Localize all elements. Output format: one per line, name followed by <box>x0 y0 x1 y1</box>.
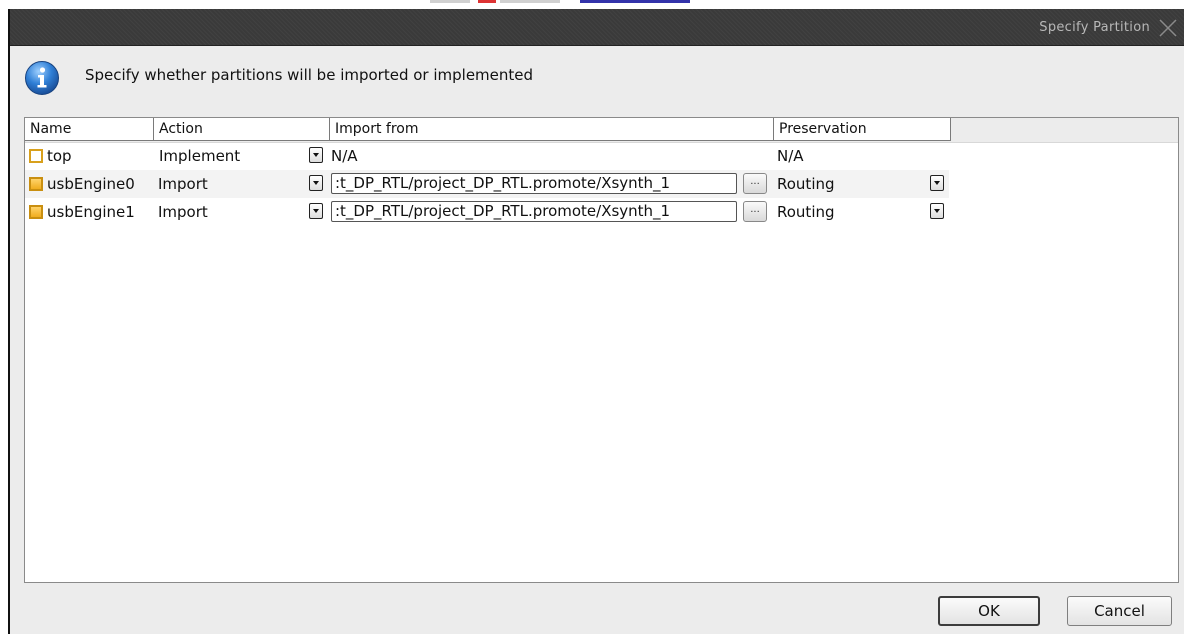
column-header-import-from[interactable]: Import from <box>330 118 774 141</box>
cancel-button[interactable]: Cancel <box>1067 596 1172 626</box>
browse-button[interactable]: ... <box>743 201 767 222</box>
row-action[interactable]: Import <box>158 198 308 226</box>
row-name: usbEngine0 <box>47 175 135 193</box>
info-icon <box>25 61 59 95</box>
chevron-down-icon[interactable] <box>309 147 323 163</box>
import-path-field[interactable]: :t_DP_RTL/project_DP_RTL.promote/Xsynth_… <box>331 201 737 222</box>
table-header: Name Action Import from Preservation <box>25 118 1178 143</box>
row-preservation[interactable]: Routing <box>777 170 917 198</box>
chevron-down-icon[interactable] <box>930 175 944 191</box>
chevron-down-icon[interactable] <box>930 203 944 219</box>
row-preservation: N/A <box>777 147 804 165</box>
window-title: Specify Partition <box>1039 20 1150 35</box>
column-header-preservation[interactable]: Preservation <box>774 118 951 141</box>
import-path-field[interactable]: :t_DP_RTL/project_DP_RTL.promote/Xsynth_… <box>331 173 737 194</box>
chevron-down-icon[interactable] <box>309 175 323 191</box>
column-header-action[interactable]: Action <box>154 118 330 141</box>
table-row[interactable]: top Implement N/A N/A <box>25 142 949 170</box>
partition-icon <box>29 177 43 191</box>
row-action[interactable]: Import <box>158 170 308 198</box>
close-icon[interactable] <box>1158 18 1178 38</box>
column-header-name[interactable]: Name <box>25 118 154 141</box>
partition-icon <box>29 149 43 163</box>
browse-button[interactable]: ... <box>743 173 767 194</box>
row-name: usbEngine1 <box>47 203 135 221</box>
partition-table: Name Action Import from Preservation top… <box>24 117 1179 583</box>
dialog-message: Specify whether partitions will be impor… <box>85 66 534 84</box>
row-name: top <box>47 147 72 165</box>
row-preservation[interactable]: Routing <box>777 198 917 226</box>
chevron-down-icon[interactable] <box>309 203 323 219</box>
row-action[interactable]: Implement <box>159 142 309 170</box>
table-row[interactable]: usbEngine1 Import :t_DP_RTL/project_DP_R… <box>25 198 949 226</box>
partition-icon <box>29 205 43 219</box>
row-import-from: N/A <box>331 147 358 165</box>
table-row[interactable]: usbEngine0 Import :t_DP_RTL/project_DP_R… <box>25 170 949 198</box>
title-bar[interactable]: Specify Partition <box>10 9 1184 46</box>
ok-button[interactable]: OK <box>938 596 1040 626</box>
specify-partition-dialog: Specify Partition Specify whether partit… <box>8 9 1184 634</box>
